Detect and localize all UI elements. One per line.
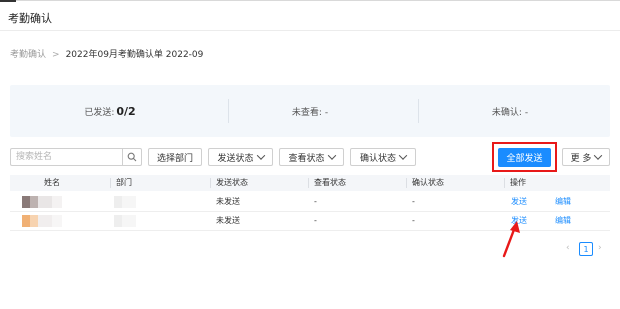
view-status-label: 查看状态 [288,153,325,164]
stat-sent-value: 0/2 [116,104,136,118]
breadcrumb-separator: > [52,50,60,60]
stat-unconfirmed: 未确认: - [410,85,610,137]
header-dept: 部门 [116,178,132,187]
edit-link[interactable]: 编辑 [555,212,571,230]
blurred-name [22,196,62,208]
edit-link[interactable]: 编辑 [555,193,571,211]
header-send-status: 发送状态 [216,178,248,187]
stats-panel: 已发送: 0/2 未查看: - 未确认: - [10,85,610,137]
row-send-status: 未发送 [216,197,240,206]
search-button[interactable] [122,148,142,166]
send-status-filter[interactable]: 发送状态 [208,148,273,166]
top-mark [0,0,16,2]
blurred-name [22,215,62,227]
select-dept-label: 选择部门 [156,153,193,164]
row-view-status: - [314,197,317,206]
header-confirm-status: 确认状态 [412,178,444,187]
top-border [0,0,620,1]
send-status-label: 发送状态 [217,153,254,164]
breadcrumb-parent[interactable]: 考勤确认 [10,50,46,60]
chevron-down-icon [398,151,408,160]
red-arrow-icon [502,221,520,258]
more-button[interactable]: 更 多 [562,148,610,166]
header-name: 姓名 [44,178,60,187]
header-divider [504,178,505,188]
table-header: 姓名 部门 发送状态 查看状态 确认状态 操作 [10,175,610,191]
header-divider [308,178,309,188]
header-divider [110,178,111,188]
confirm-status-label: 确认状态 [359,153,396,164]
pagination-prev[interactable]: ‹ [566,243,570,253]
stat-sent: 已发送: 0/2 [10,85,210,137]
stat-unviewed: 未查看: - [210,85,410,137]
header-divider [210,178,211,188]
table-row: 未发送 - - 发送 编辑 [10,193,610,212]
send-link[interactable]: 发送 [511,193,527,211]
stat-unconfirmed-label: 未确认: - [491,107,529,118]
confirm-status-filter[interactable]: 确认状态 [350,148,416,166]
send-all-button[interactable]: 全部发送 [498,148,551,167]
row-confirm-status: - [412,216,415,225]
stat-sent-label: 已发送: [84,107,115,118]
blurred-dept [114,196,136,208]
row-send-status: 未发送 [216,216,240,225]
more-label: 更 多 [570,153,592,164]
breadcrumb-current: 2022年09月考勤确认单 2022-09 [65,50,204,60]
view-status-filter[interactable]: 查看状态 [279,148,344,166]
header-view-status: 查看状态 [314,178,346,187]
stat-unviewed-label: 未查看: - [291,107,329,118]
search-input[interactable] [10,148,122,166]
header-actions: 操作 [510,178,526,187]
chevron-down-icon [594,151,603,160]
search-icon [127,152,137,162]
row-confirm-status: - [412,197,415,206]
pagination-page[interactable]: 1 [579,242,593,256]
row-view-status: - [314,216,317,225]
blurred-dept [114,215,136,227]
select-dept-button[interactable]: 选择部门 [148,148,202,166]
title-divider [0,30,620,31]
chevron-down-icon [327,151,336,160]
breadcrumb: 考勤确认 >2022年09月考勤确认单 2022-09 [10,47,203,60]
page-title: 考勤确认 [8,12,52,25]
chevron-down-icon [256,151,265,160]
pagination-next[interactable]: › [598,243,602,253]
header-divider [406,178,407,188]
